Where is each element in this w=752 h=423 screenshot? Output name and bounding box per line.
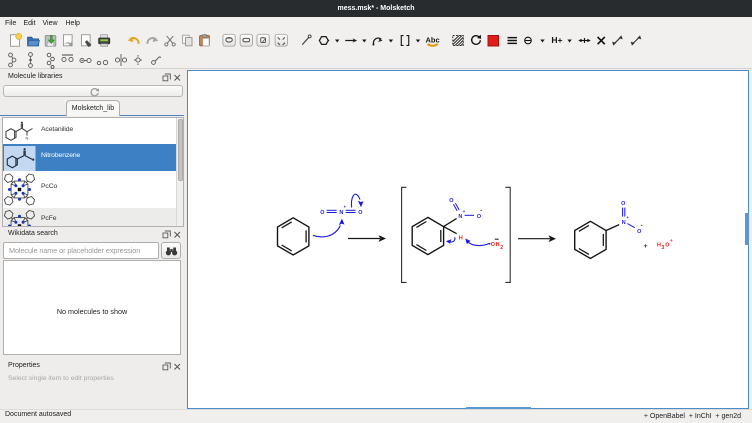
svg-text:N: N	[622, 220, 626, 226]
svg-text:-: -	[480, 209, 482, 215]
svg-text:-: -	[641, 223, 643, 229]
svg-text:O: O	[358, 210, 362, 216]
svg-text:+: +	[463, 209, 466, 214]
svg-text:O: O	[477, 214, 481, 220]
svg-text:+: +	[344, 204, 347, 209]
svg-text:O: O	[637, 229, 641, 235]
svg-text:2: 2	[500, 245, 503, 251]
svg-text:3: 3	[662, 245, 665, 251]
svg-text:H: H	[459, 235, 463, 241]
svg-text:+: +	[644, 243, 648, 250]
svg-text:O: O	[665, 242, 669, 248]
svg-text:O: O	[449, 198, 453, 204]
svg-text:O: O	[320, 210, 324, 216]
svg-text:+: +	[626, 215, 629, 220]
svg-text:+: +	[670, 239, 673, 244]
svg-text:H: H	[657, 242, 661, 248]
svg-text:N: N	[458, 214, 462, 220]
svg-text:O: O	[621, 201, 625, 207]
svg-text:O: O	[491, 242, 495, 248]
svg-text:H: H	[496, 242, 500, 248]
svg-text:N: N	[339, 210, 343, 216]
